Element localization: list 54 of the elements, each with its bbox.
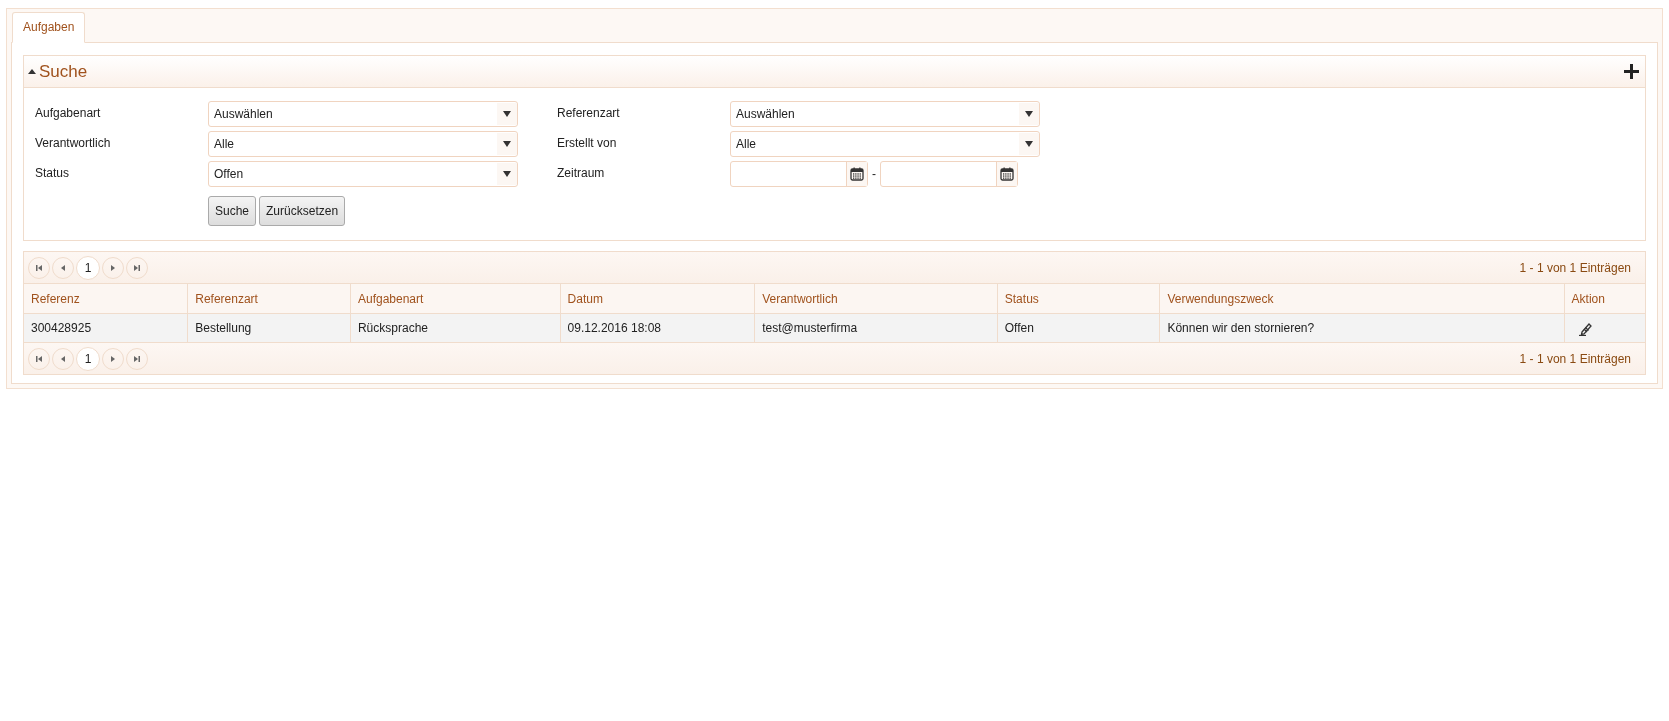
column-header[interactable]: Status: [997, 284, 1160, 314]
calendar-icon: [850, 167, 864, 181]
panel-title: Suche: [39, 61, 89, 82]
table-cell: Offen: [997, 313, 1160, 342]
skip-start-icon: [35, 263, 43, 272]
tab[interactable]: Aufgaben: [12, 12, 86, 43]
record-count: 1 - 1 von 1 Einträgen: [1519, 351, 1631, 366]
dropdown[interactable]: Offen: [208, 161, 518, 187]
dropdown[interactable]: Auswählen: [208, 101, 518, 127]
skip-end-icon: [133, 263, 141, 272]
column-header[interactable]: Referenz: [24, 284, 188, 314]
left-triangle-icon: [59, 263, 67, 272]
right-triangle-icon: [109, 354, 117, 363]
field-label: Status: [35, 165, 71, 180]
dropdown[interactable]: Alle: [730, 131, 1040, 157]
record-count: 1 - 1 von 1 Einträgen: [1519, 260, 1631, 275]
dropdown[interactable]: Alle: [208, 131, 518, 157]
table-cell: test@musterfirma: [754, 313, 998, 342]
calendar-button[interactable]: [996, 162, 1017, 186]
right-triangle-icon: [109, 263, 117, 272]
dropdown-arrow-icon: [503, 141, 511, 147]
table-cell: Bestellung: [187, 313, 351, 342]
calendar-button[interactable]: [846, 162, 867, 186]
page-button[interactable]: 1: [76, 255, 100, 280]
column-header[interactable]: Datum: [560, 284, 755, 314]
calendar-icon: [1000, 167, 1014, 181]
page-button[interactable]: 1: [76, 346, 100, 371]
column-header[interactable]: Aufgabenart: [350, 284, 561, 314]
form-button[interactable]: Suche: [208, 196, 257, 226]
field-label: Referenzart: [557, 105, 621, 120]
column-header[interactable]: Referenzart: [187, 284, 351, 314]
column-header[interactable]: Aktion: [1564, 284, 1645, 314]
dropdown-arrow-icon: [503, 171, 511, 177]
dropdown-arrow-icon: [503, 111, 511, 117]
field-label: Verantwortlich: [35, 135, 112, 150]
range-separator: -: [872, 167, 876, 181]
table-cell: Können wir den stornieren?: [1159, 313, 1565, 342]
skip-start-icon: [35, 354, 43, 363]
plus-icon[interactable]: [1624, 64, 1639, 79]
table-cell: 300428925: [24, 313, 188, 342]
field-label: Erstellt von: [557, 135, 618, 150]
form-button[interactable]: Zurücksetzen: [259, 196, 346, 226]
table-cell: Rücksprache: [350, 313, 561, 342]
column-header[interactable]: Verantwortlich: [754, 284, 998, 314]
dropdown-arrow-icon: [1025, 141, 1033, 147]
table-cell: 09.12.2016 18:08: [560, 313, 755, 342]
field-label: Aufgabenart: [35, 105, 102, 120]
caret-icon[interactable]: [28, 67, 36, 76]
dropdown[interactable]: Auswählen: [730, 101, 1040, 127]
field-label: Zeitraum: [557, 165, 606, 180]
left-triangle-icon: [59, 354, 67, 363]
column-header[interactable]: Verwendungszweck: [1159, 284, 1565, 314]
skip-end-icon: [133, 354, 141, 363]
dropdown-arrow-icon: [1025, 111, 1033, 117]
